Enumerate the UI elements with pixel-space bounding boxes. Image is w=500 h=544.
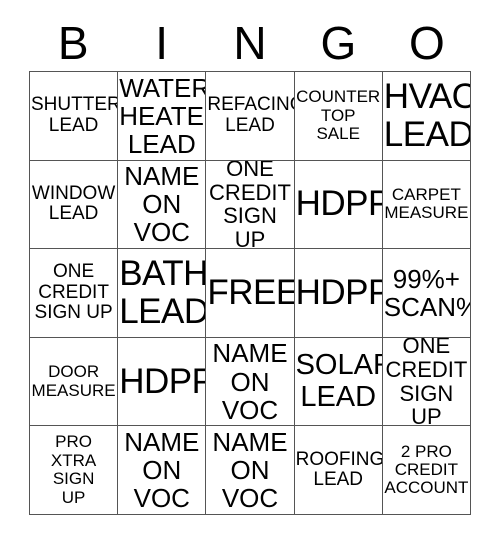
bingo-header-letter-i: I <box>155 16 168 69</box>
bingo-cell-label: ONE CREDIT SIGN UP <box>385 337 468 427</box>
bingo-cell-r4c3[interactable]: NAME ON VOC <box>206 337 295 427</box>
bingo-grid: SHUTTER LEAD WATER HEATER LEAD REFACING … <box>29 71 471 515</box>
bingo-cell-r4c2[interactable]: HDPP <box>118 337 207 427</box>
bingo-cell-label: ONE CREDIT SIGN UP <box>209 160 291 250</box>
bingo-header-letter-o: O <box>408 16 445 69</box>
bingo-cell-r5c5[interactable]: 2 PRO CREDIT ACCOUNT <box>382 426 471 515</box>
bingo-cell-r2c3[interactable]: ONE CREDIT SIGN UP <box>206 160 295 250</box>
bingo-cell-label: REFACING LEAD <box>207 94 293 136</box>
bingo-cell-label: PRO XTRA SIGN UP <box>50 432 97 507</box>
bingo-header-row: B I N G O <box>29 14 471 71</box>
bingo-cell-label: BATH LEAD <box>119 254 207 331</box>
bingo-cell-label: SHUTTER LEAD <box>31 94 119 136</box>
bingo-cell-label: WINDOW LEAD <box>31 182 116 225</box>
bingo-cell-label: HVAC LEAD <box>383 77 471 154</box>
bingo-cell-r5c2[interactable]: NAME ON VOC <box>118 426 207 515</box>
bingo-cell-label: NAME ON VOC <box>212 338 288 425</box>
bingo-cell-r5c4[interactable]: ROOFING LEAD <box>294 426 383 515</box>
bingo-header-letter-b: B <box>57 16 89 69</box>
bingo-cell-label: 99%+ SCAN% <box>383 263 471 322</box>
bingo-header-letter-n: N <box>233 16 267 69</box>
bingo-cell-label: NAME ON VOC <box>124 161 200 248</box>
bingo-cell-r5c3[interactable]: NAME ON VOC <box>206 426 295 515</box>
bingo-cell-r3c4[interactable]: HDPP <box>294 249 383 338</box>
bingo-cell-r3c5[interactable]: 99%+ SCAN% <box>382 249 471 338</box>
bingo-cell-label: NAME ON VOC <box>212 427 288 514</box>
bingo-cell-r5c1[interactable]: PRO XTRA SIGN UP <box>30 426 119 515</box>
bingo-cell-label: NAME ON VOC <box>124 427 200 514</box>
bingo-card: B I N G O SHUTTER LEAD WATER HEATER LEAD… <box>0 0 500 544</box>
bingo-cell-free-space[interactable]: FREE <box>206 249 295 338</box>
bingo-cell-label: HDPP <box>295 184 383 224</box>
bingo-cell-r1c2[interactable]: WATER HEATER LEAD <box>118 72 207 161</box>
bingo-cell-r2c2[interactable]: NAME ON VOC <box>118 160 207 250</box>
bingo-cell-r3c1[interactable]: ONE CREDIT SIGN UP <box>30 249 119 338</box>
bingo-cell-r1c4[interactable]: COUNTER TOP SALE <box>294 72 383 161</box>
bingo-cell-label: ROOFING LEAD <box>295 448 383 491</box>
bingo-cell-r4c5[interactable]: ONE CREDIT SIGN UP <box>382 337 471 427</box>
bingo-cell-label: 2 PRO CREDIT ACCOUNT <box>384 441 469 498</box>
bingo-cell-label: DOOR MEASURE <box>31 362 116 400</box>
bingo-cell-r4c4[interactable]: SOLAR LEAD <box>294 337 383 427</box>
bingo-cell-label: ONE CREDIT SIGN UP <box>34 261 113 324</box>
bingo-cell-r2c4[interactable]: HDPP <box>294 160 383 250</box>
bingo-cell-label: COUNTER TOP SALE <box>296 87 381 143</box>
bingo-cell-r3c2[interactable]: BATH LEAD <box>118 249 207 338</box>
bingo-cell-r2c5[interactable]: CARPET MEASURE <box>382 160 471 250</box>
bingo-free-label: FREE <box>207 273 295 313</box>
bingo-cell-r1c5[interactable]: HVAC LEAD <box>382 72 471 161</box>
bingo-cell-label: HDPP <box>295 273 383 313</box>
bingo-cell-label: HDPP <box>119 361 207 401</box>
bingo-header-letter-g: G <box>320 16 357 69</box>
bingo-cell-r4c1[interactable]: DOOR MEASURE <box>30 337 119 427</box>
bingo-cell-label: WATER HEATER LEAD <box>119 72 207 159</box>
bingo-cell-r1c3[interactable]: REFACING LEAD <box>206 72 295 161</box>
bingo-cell-r1c1[interactable]: SHUTTER LEAD <box>30 72 119 161</box>
bingo-cell-label: CARPET MEASURE <box>384 185 469 223</box>
bingo-cell-r2c1[interactable]: WINDOW LEAD <box>30 160 119 250</box>
bingo-cell-label: SOLAR LEAD <box>295 349 382 413</box>
